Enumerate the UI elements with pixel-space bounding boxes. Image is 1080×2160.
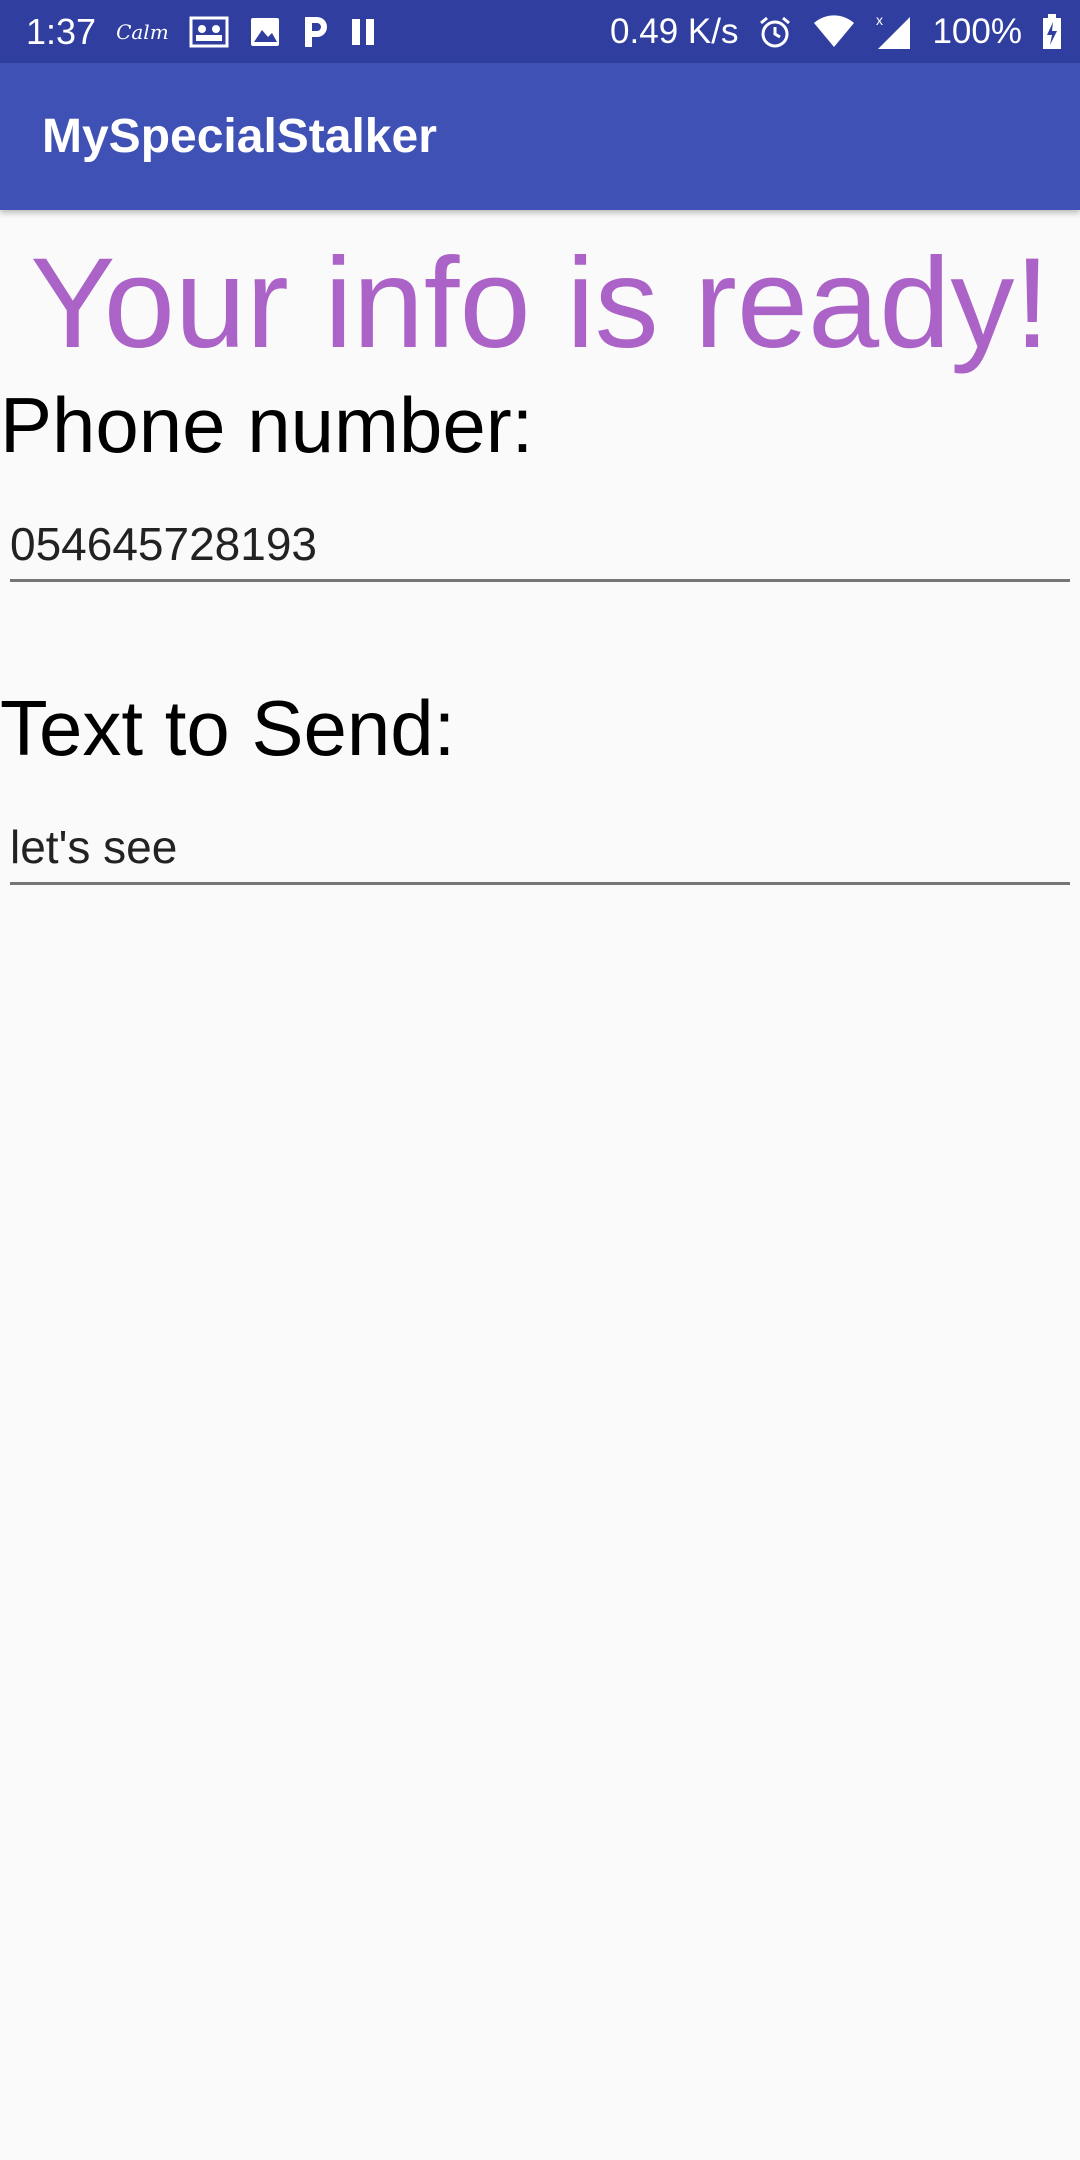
- info-ready-headline: Your info is ready!: [30, 232, 1050, 375]
- status-bar-left: 1:37 Calm: [26, 11, 377, 53]
- signal-icon: x: [876, 13, 912, 51]
- parking-icon: [301, 15, 329, 49]
- alarm-icon: [758, 15, 792, 49]
- app-title: MySpecialStalker: [42, 110, 437, 163]
- text-to-send-field[interactable]: let's see: [10, 815, 1070, 885]
- battery-percent: 100%: [932, 11, 1022, 51]
- text-to-send-label: Text to Send:: [0, 684, 456, 772]
- phone-number-value: 054645728193: [10, 518, 317, 570]
- status-bar-right: 0.49 K/s x 100%: [610, 12, 1062, 52]
- contacts-card-icon: [189, 16, 229, 48]
- status-bar: 1:37 Calm 0.49 K/s x 100%: [0, 0, 1080, 63]
- wifi-icon: [812, 14, 856, 49]
- network-rate: 0.49 K/s: [610, 11, 739, 51]
- svg-text:x: x: [876, 13, 883, 28]
- pause-icon: [349, 17, 377, 47]
- calm-icon: Calm: [116, 19, 169, 44]
- app-bar: MySpecialStalker: [0, 63, 1080, 210]
- battery-charging-icon: [1042, 13, 1062, 50]
- phone-number-field[interactable]: 054645728193: [10, 512, 1070, 582]
- text-to-send-value: let's see: [10, 821, 178, 873]
- status-time: 1:37: [26, 10, 97, 52]
- phone-number-label: Phone number:: [0, 381, 534, 469]
- image-icon: [249, 16, 281, 48]
